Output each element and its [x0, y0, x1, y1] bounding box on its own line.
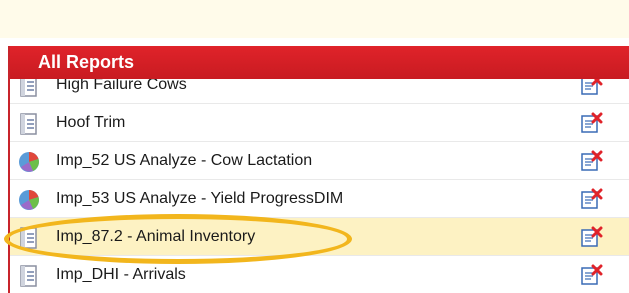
report-doc-icon — [20, 227, 37, 249]
report-row-imp-dhi-arrivals[interactable]: Imp_DHI - Arrivals — [10, 256, 629, 293]
report-label[interactable]: Imp_53 US Analyze - Yield ProgressDIM — [56, 190, 343, 208]
edit-delete-icon[interactable] — [580, 264, 604, 286]
report-row-hoof-trim[interactable]: Hoof Trim — [10, 104, 629, 142]
panel-header: All Reports — [10, 46, 629, 79]
top-banner — [0, 0, 629, 38]
all-reports-panel: All Reports High Failure Cows Hoof Trim — [8, 46, 629, 293]
report-doc-icon — [20, 265, 37, 287]
report-label[interactable]: Hoof Trim — [56, 114, 125, 132]
report-doc-icon — [20, 113, 37, 135]
report-label[interactable]: Imp_DHI - Arrivals — [56, 266, 186, 284]
edit-delete-icon[interactable] — [580, 150, 604, 172]
pie-chart-icon — [19, 152, 39, 172]
report-label[interactable]: Imp_52 US Analyze - Cow Lactation — [56, 152, 312, 170]
edit-delete-icon[interactable] — [580, 112, 604, 134]
panel-title: All Reports — [38, 52, 135, 72]
pie-chart-icon — [19, 190, 39, 210]
report-label[interactable]: Imp_87.2 - Animal Inventory — [56, 228, 255, 246]
report-row-imp-52[interactable]: Imp_52 US Analyze - Cow Lactation — [10, 142, 629, 180]
edit-delete-icon[interactable] — [580, 226, 604, 248]
report-row-imp-87-2[interactable]: Imp_87.2 - Animal Inventory — [10, 218, 629, 256]
report-row-imp-53[interactable]: Imp_53 US Analyze - Yield ProgressDIM — [10, 180, 629, 218]
edit-delete-icon[interactable] — [580, 188, 604, 210]
